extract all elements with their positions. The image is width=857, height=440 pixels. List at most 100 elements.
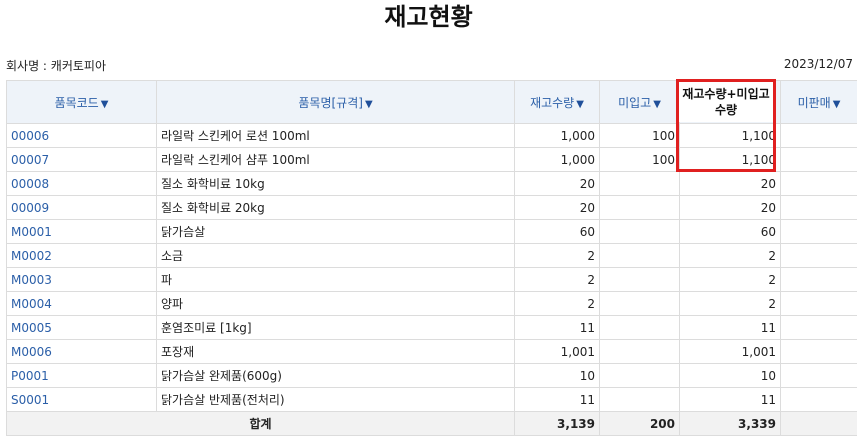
cell-item-name: 질소 화학비료 10kg: [156, 171, 515, 196]
column-header-label: 품목코드: [54, 95, 99, 110]
cell-sum: 1,100: [679, 123, 781, 148]
cell-stock: 2: [514, 267, 600, 292]
table-row[interactable]: M0004 양파 2 2: [6, 291, 857, 316]
cell-item-name: 포장재: [156, 339, 515, 364]
cell-unreceived: [599, 243, 680, 268]
total-unreceived: 200: [599, 411, 680, 436]
column-header-sum-label: 재고수량+미입고수량: [679, 82, 773, 122]
cell-stock: 60: [514, 219, 600, 244]
page-title: 재고현황: [384, 3, 473, 31]
cell-item-name: 라일락 스킨케어 로션 100ml: [156, 123, 515, 148]
table-row[interactable]: 00007 라일락 스킨케어 샴푸 100ml 1,000 100 1,100: [6, 147, 857, 172]
cell-stock: 2: [514, 291, 600, 316]
cell-unreceived: [599, 315, 680, 340]
table-row[interactable]: 00009 질소 화학비료 20kg 20 20: [6, 195, 857, 220]
cell-item-name: 파: [156, 267, 515, 292]
cell-sum: 11: [679, 315, 781, 340]
cell-unreceived: [599, 195, 680, 220]
sort-down-icon[interactable]: ▼: [576, 99, 584, 110]
cell-sum: 20: [679, 171, 781, 196]
cell-item-code[interactable]: M0003: [6, 267, 157, 292]
table-row[interactable]: M0002 소금 2 2: [6, 243, 857, 268]
table-row[interactable]: M0006 포장재 1,001 1,001: [6, 339, 857, 364]
table-row[interactable]: 00008 질소 화학비료 10kg 20 20: [6, 171, 857, 196]
column-header-label: 미입고: [618, 95, 652, 110]
cell-stock: 1,001: [514, 339, 600, 364]
table-row[interactable]: 00006 라일락 스킨케어 로션 100ml 1,000 100 1,100: [6, 123, 857, 148]
column-header-label: 미판매: [797, 95, 831, 110]
cell-unsold: [780, 339, 857, 364]
cell-item-name: 라일락 스킨케어 샴푸 100ml: [156, 147, 515, 172]
cell-item-code[interactable]: 00006: [6, 123, 157, 148]
total-unsold: [780, 411, 857, 436]
table-row[interactable]: M0001 닭가슴살 60 60: [6, 219, 857, 244]
cell-item-code[interactable]: 00007: [6, 147, 157, 172]
cell-unsold: [780, 243, 857, 268]
sort-down-icon[interactable]: ▼: [101, 99, 109, 110]
cell-item-code[interactable]: M0002: [6, 243, 157, 268]
cell-item-code[interactable]: M0005: [6, 315, 157, 340]
cell-item-code[interactable]: M0006: [6, 339, 157, 364]
report-date: 2023/12/07: [783, 57, 853, 71]
sort-down-icon[interactable]: ▼: [833, 99, 841, 110]
total-row: 합계 3,139 200 3,339: [6, 411, 857, 436]
cell-item-name: 닭가슴살: [156, 219, 515, 244]
cell-unsold: [780, 123, 857, 148]
column-header-label: 재고수량: [530, 95, 575, 110]
cell-sum: 2: [679, 243, 781, 268]
cell-stock: 11: [514, 315, 600, 340]
cell-stock: 20: [514, 195, 600, 220]
cell-sum: 2: [679, 267, 781, 292]
table-row[interactable]: S0001 닭가슴살 반제품(전처리) 11 11: [6, 387, 857, 412]
cell-unsold: [780, 363, 857, 388]
cell-unreceived: [599, 387, 680, 412]
cell-unreceived: [599, 171, 680, 196]
cell-stock: 11: [514, 387, 600, 412]
cell-stock: 1,000: [514, 123, 600, 148]
cell-unsold: [780, 387, 857, 412]
column-header-unreceived[interactable]: 미입고 ▼: [599, 80, 680, 124]
cell-sum: 11: [679, 387, 781, 412]
cell-sum: 60: [679, 219, 781, 244]
sort-down-icon[interactable]: ▼: [653, 99, 661, 110]
column-header-stock[interactable]: 재고수량 ▼: [514, 80, 600, 124]
cell-item-code[interactable]: M0001: [6, 219, 157, 244]
column-header-code[interactable]: 품목코드 ▼: [6, 80, 157, 124]
cell-item-code[interactable]: S0001: [6, 387, 157, 412]
cell-stock: 10: [514, 363, 600, 388]
table-row[interactable]: M0005 훈염조미료 [1kg] 11 11: [6, 315, 857, 340]
cell-sum: 20: [679, 195, 781, 220]
sort-down-icon[interactable]: ▼: [365, 99, 373, 110]
cell-stock: 1,000: [514, 147, 600, 172]
cell-sum: 1,001: [679, 339, 781, 364]
table-row[interactable]: P0001 닭가슴살 완제품(600g) 10 10: [6, 363, 857, 388]
cell-sum: 2: [679, 291, 781, 316]
cell-item-name: 훈염조미료 [1kg]: [156, 315, 515, 340]
cell-item-name: 닭가슴살 완제품(600g): [156, 363, 515, 388]
cell-item-code[interactable]: 00009: [6, 195, 157, 220]
cell-item-name: 질소 화학비료 20kg: [156, 195, 515, 220]
cell-sum: 10: [679, 363, 781, 388]
cell-unreceived: 100: [599, 147, 680, 172]
table-row[interactable]: M0003 파 2 2: [6, 267, 857, 292]
column-header-name[interactable]: 품목명[규격] ▼: [156, 80, 515, 124]
cell-item-code[interactable]: M0004: [6, 291, 157, 316]
cell-unreceived: [599, 267, 680, 292]
cell-item-code[interactable]: 00008: [6, 171, 157, 196]
cell-unreceived: 100: [599, 123, 680, 148]
cell-unreceived: [599, 291, 680, 316]
cell-item-name: 닭가슴살 반제품(전처리): [156, 387, 515, 412]
cell-unsold: [780, 147, 857, 172]
cell-unsold: [780, 315, 857, 340]
cell-item-name: 소금: [156, 243, 515, 268]
cell-sum: 1,100: [679, 147, 781, 172]
cell-unsold: [780, 171, 857, 196]
inventory-table: 품목코드 ▼ 품목명[규격] ▼ 재고수량 ▼ 미입고 ▼ 미판매 ▼ 00006 라일락 …: [6, 80, 857, 436]
cell-item-code[interactable]: P0001: [6, 363, 157, 388]
cell-item-name: 양파: [156, 291, 515, 316]
cell-unreceived: [599, 339, 680, 364]
column-header-unsold[interactable]: 미판매 ▼: [780, 80, 857, 124]
cell-stock: 2: [514, 243, 600, 268]
cell-unsold: [780, 291, 857, 316]
cell-unsold: [780, 219, 857, 244]
